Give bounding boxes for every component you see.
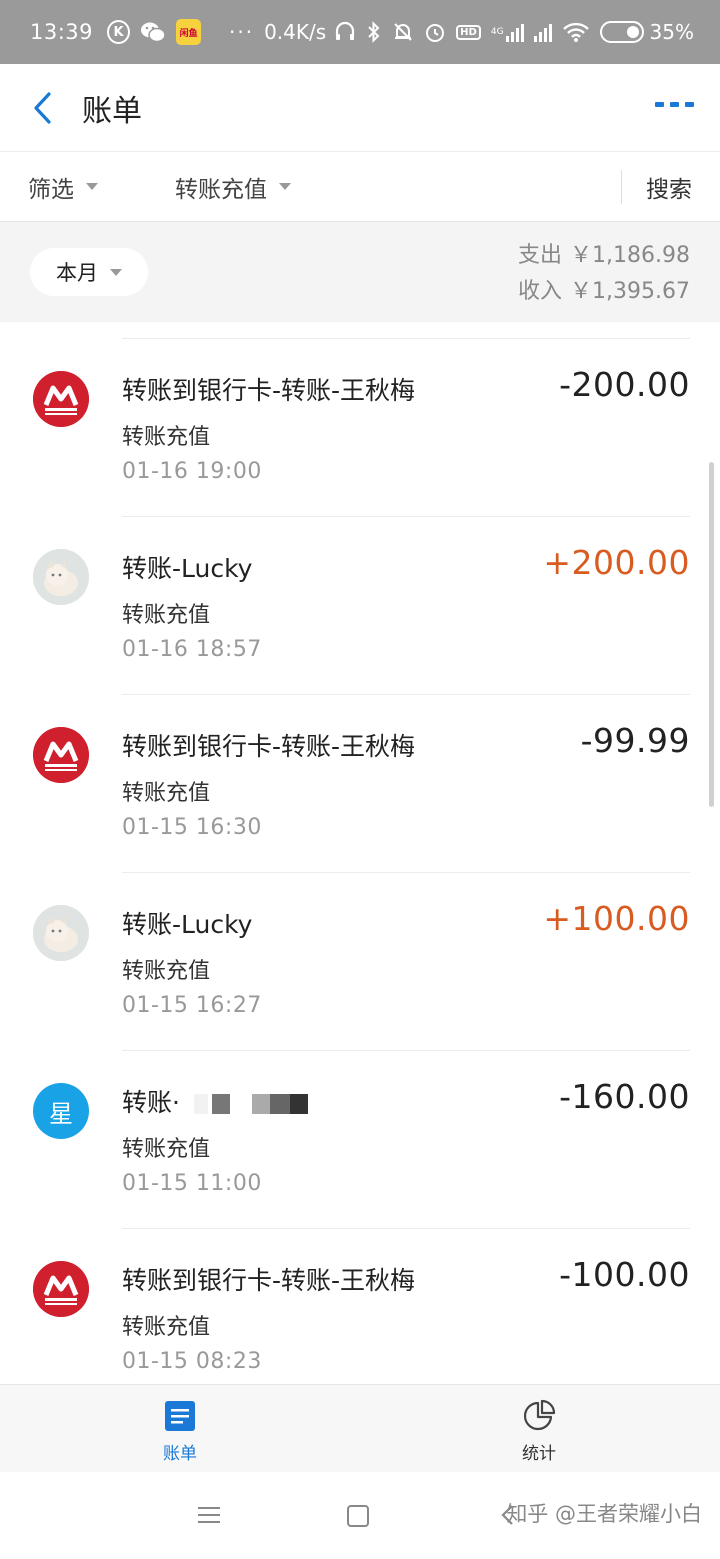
transaction-name: 转账到银行卡-转账-王秋梅 xyxy=(122,732,416,761)
month-selector[interactable]: 本月 xyxy=(30,248,148,296)
transaction-row[interactable]: 转账到银行卡-转账-王秋梅 转账充值 01-15 08:23 -100.00 xyxy=(0,1229,720,1384)
cmb-logo-icon xyxy=(33,1261,89,1317)
transaction-time: 01-15 16:27 xyxy=(122,993,262,1018)
transaction-name: 转账-Lucky xyxy=(122,554,253,583)
tab-bill-label: 账单 xyxy=(163,1444,197,1464)
transaction-name: 转账到银行卡-转账-王秋梅 xyxy=(122,376,416,405)
bill-list-icon xyxy=(163,1399,197,1433)
scrollbar[interactable] xyxy=(709,462,714,807)
more-notifications-icon: ··· xyxy=(229,20,255,44)
bluetooth-icon xyxy=(366,20,382,44)
battery-percent: 35% xyxy=(649,20,694,44)
wechat-icon xyxy=(140,21,166,43)
more-options-button[interactable] xyxy=(655,102,694,107)
transaction-name: 转账-Lucky xyxy=(122,910,253,939)
signal-icon xyxy=(533,22,552,42)
network-speed: 0.4K/s xyxy=(264,20,327,44)
menu-icon xyxy=(198,1507,220,1523)
wifi-icon xyxy=(562,21,590,43)
headset-icon xyxy=(334,21,356,43)
filter-bar: 筛选 转账充值 搜索 xyxy=(0,152,720,222)
filter-dropdown[interactable]: 筛选 xyxy=(28,170,98,204)
transaction-category: 转账充值 xyxy=(122,781,211,806)
transaction-category: 转账充值 xyxy=(122,603,211,628)
type-filter-label: 转账充值 xyxy=(175,176,267,203)
filter-divider xyxy=(621,170,622,204)
bottom-tab-bar: 账单 统计 xyxy=(0,1384,720,1472)
caret-down-icon xyxy=(279,183,291,190)
transaction-time: 01-15 11:00 xyxy=(122,1171,262,1196)
status-bar: 13:39 K 闲鱼 ··· 0.4K/s HD 4G 35% xyxy=(0,0,720,64)
transaction-row[interactable]: 星 转账· 转账充值 01-15 11:00 -160.00 xyxy=(0,1051,720,1229)
transaction-row[interactable]: 转账到银行卡-转账-王秋梅 转账充值 01-16 19:00 -200.00 xyxy=(0,339,720,517)
chevron-left-icon xyxy=(34,91,51,124)
transaction-time: 01-15 16:30 xyxy=(122,815,262,840)
transaction-category: 转账充值 xyxy=(122,1315,211,1340)
signal-4g-icon: 4G xyxy=(491,22,524,42)
tab-bill[interactable]: 账单 xyxy=(120,1399,240,1464)
pie-chart-icon xyxy=(522,1399,556,1433)
transaction-row[interactable]: 转账-Lucky 转账充值 01-16 18:57 +200.00 xyxy=(0,517,720,695)
search-button[interactable]: 搜索 xyxy=(646,170,692,204)
transaction-amount: -200.00 xyxy=(559,365,690,404)
transaction-amount: -160.00 xyxy=(559,1077,690,1116)
monthly-summary: 本月 支出 ￥1,186.98 收入 ￥1,395.67 xyxy=(0,222,720,322)
home-button[interactable] xyxy=(347,1505,369,1527)
cmb-logo-icon xyxy=(33,727,89,783)
xianyu-app-icon: 闲鱼 xyxy=(176,19,201,45)
transaction-amount: +200.00 xyxy=(543,543,690,582)
page-title: 账单 xyxy=(82,93,142,129)
battery-icon xyxy=(599,21,644,43)
transaction-amount: +100.00 xyxy=(543,899,690,938)
totals: 支出 ￥1,186.98 收入 ￥1,395.67 xyxy=(518,238,690,310)
transaction-row[interactable]: 转账到银行卡-转账-王秋梅 转账充值 01-15 16:30 -99.99 xyxy=(0,695,720,873)
transaction-time: 01-15 08:23 xyxy=(122,1349,262,1374)
title-bar: 账单 xyxy=(0,64,720,152)
mute-bell-icon xyxy=(392,21,414,43)
status-time: 13:39 xyxy=(30,20,94,44)
back-button[interactable] xyxy=(8,64,78,152)
transaction-time: 01-16 19:00 xyxy=(122,459,262,484)
transaction-list: 转账到银行卡-转账-王秋梅 转账充值 01-16 19:00 -200.00 转… xyxy=(0,322,720,1384)
transaction-category: 转账充值 xyxy=(122,1137,211,1162)
transaction-category: 转账充值 xyxy=(122,425,211,450)
tab-stats[interactable]: 统计 xyxy=(479,1399,599,1464)
transaction-name: 转账到银行卡-转账-王秋梅 xyxy=(122,1266,416,1295)
transaction-category: 转账充值 xyxy=(122,959,211,984)
star-avatar: 星 xyxy=(33,1083,89,1139)
redacted-name xyxy=(193,1094,308,1114)
system-nav-bar: 知乎 @王者荣耀小白 xyxy=(0,1472,720,1559)
filter-label: 筛选 xyxy=(28,176,74,203)
transaction-row[interactable]: 转账-Lucky 转账充值 01-15 16:27 +100.00 xyxy=(0,873,720,1051)
k-icon: K xyxy=(107,20,131,44)
transaction-name: 转账· xyxy=(122,1083,312,1119)
transaction-amount: -100.00 xyxy=(559,1255,690,1294)
transaction-amount: -99.99 xyxy=(580,721,690,760)
alarm-icon xyxy=(424,21,446,43)
watermark: 知乎 @王者荣耀小白 xyxy=(506,1502,702,1526)
expense-total: 支出 ￥1,186.98 xyxy=(518,243,690,268)
hd-icon: HD xyxy=(456,24,481,40)
cmb-logo-icon xyxy=(33,371,89,427)
tab-stats-label: 统计 xyxy=(522,1444,556,1464)
month-label: 本月 xyxy=(56,261,98,285)
cat-avatar xyxy=(33,549,89,605)
transaction-time: 01-16 18:57 xyxy=(122,637,262,662)
income-total: 收入 ￥1,395.67 xyxy=(518,279,690,304)
cat-avatar xyxy=(33,905,89,961)
caret-down-icon xyxy=(86,183,98,190)
menu-button[interactable] xyxy=(198,1505,220,1529)
caret-down-icon xyxy=(110,268,122,276)
type-filter-dropdown[interactable]: 转账充值 xyxy=(175,170,291,204)
